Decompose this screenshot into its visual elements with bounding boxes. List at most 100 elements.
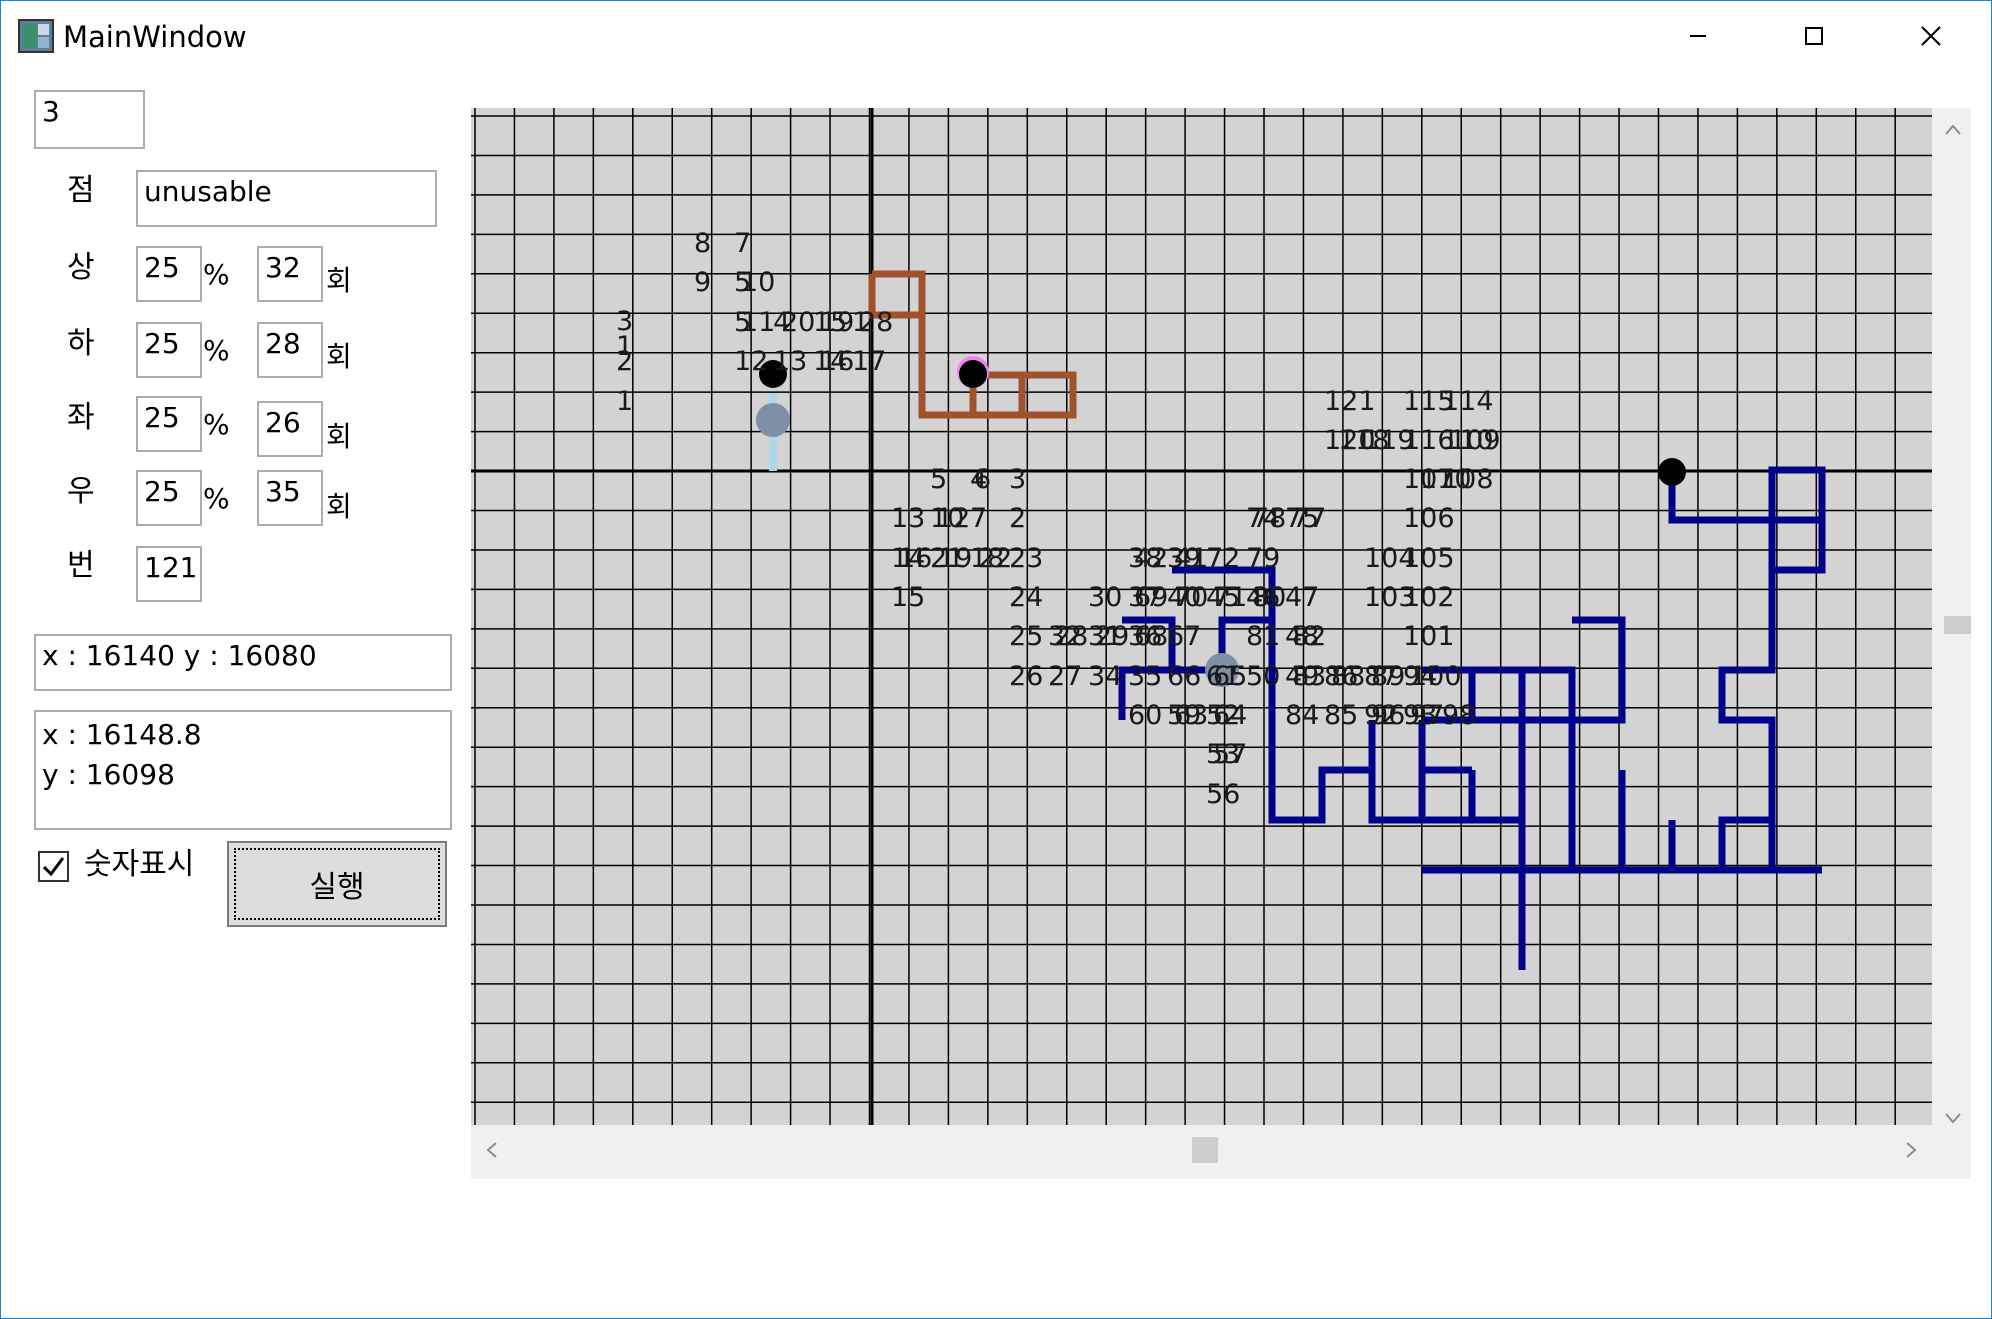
run-button-label: 실행 xyxy=(309,870,365,905)
step-label: 7 xyxy=(734,228,751,259)
step-label: 83 xyxy=(1292,661,1326,692)
show-numbers-label[interactable]: 숫자표시 xyxy=(84,847,194,883)
up-percent-field[interactable]: 25 xyxy=(136,246,202,302)
step-label: 68 xyxy=(1134,621,1168,652)
minimize-button[interactable] xyxy=(1668,12,1728,60)
up-count-field[interactable]: 32 xyxy=(257,246,323,302)
step-label: 100 xyxy=(1410,661,1462,692)
up-percent-sign: % xyxy=(203,258,230,291)
grid-canvas[interactable]: 31218 79 510511420151912812 13 141617121 1151… xyxy=(471,108,1932,1125)
coord-field[interactable]: x : 16140 y : 16080 xyxy=(34,634,452,691)
black-marker-3 xyxy=(1658,458,1686,486)
chevron-right-icon[interactable] xyxy=(1904,1136,1918,1166)
step-label: 15 xyxy=(891,582,925,613)
step-label: 7 xyxy=(970,503,987,534)
step-label: 108 xyxy=(1442,464,1494,495)
step-label: 19 xyxy=(938,543,972,574)
step-label: 64 xyxy=(1213,700,1247,731)
vertical-scroll-thumb[interactable] xyxy=(1944,616,1971,634)
step-label: 11 xyxy=(741,307,775,338)
step-label: 12 xyxy=(734,346,768,377)
step-label: 77 xyxy=(1292,503,1326,534)
step-label: 70 xyxy=(1174,582,1208,613)
step-label: 6 xyxy=(974,464,991,495)
down-percent-field[interactable]: 25 xyxy=(136,322,202,378)
top-value-field[interactable]: 3 xyxy=(34,90,145,149)
step-label: 67 xyxy=(1167,621,1201,652)
chevron-up-icon[interactable] xyxy=(1944,114,1962,144)
maximize-icon xyxy=(1805,27,1823,45)
step-label: 109 xyxy=(1449,425,1501,456)
number-field[interactable]: 121 xyxy=(136,546,202,602)
step-label: 81 xyxy=(1246,621,1280,652)
step-label: 30 xyxy=(1088,582,1122,613)
show-numbers-checkbox[interactable] xyxy=(38,851,69,882)
step-label: 79 xyxy=(1246,543,1280,574)
left-count-field[interactable]: 26 xyxy=(257,401,323,457)
step-label: 28 xyxy=(1054,621,1088,652)
step-label: 47 xyxy=(1285,582,1319,613)
checkmark-icon xyxy=(42,857,65,877)
step-label: 9 xyxy=(694,267,711,298)
step-label: 3 xyxy=(1009,464,1026,495)
step-label: 89 xyxy=(1371,661,1405,692)
step-label: 27 xyxy=(1048,661,1082,692)
step-label: 1 xyxy=(616,386,633,417)
left-label: 좌 xyxy=(67,400,95,435)
step-label: 98 xyxy=(1442,700,1476,731)
step-label: 82 xyxy=(1292,621,1326,652)
step-label: 97 xyxy=(1410,700,1444,731)
step-label: 60 xyxy=(1128,700,1162,731)
horizontal-scrollbar[interactable] xyxy=(471,1125,1932,1163)
step-label: 8 xyxy=(694,228,711,259)
step-label: 10 xyxy=(741,267,775,298)
right-count-field[interactable]: 35 xyxy=(257,470,323,526)
coord-multiline-field[interactable]: x : 16148.8 y : 16098 xyxy=(34,710,452,830)
step-label: 16 xyxy=(820,346,854,377)
step-label: 71 xyxy=(1213,582,1247,613)
left-percent-field[interactable]: 25 xyxy=(136,396,202,452)
step-label: 63 xyxy=(1174,700,1208,731)
close-icon xyxy=(1921,26,1941,46)
scroll-viewer[interactable]: 3 1 2 1 8 7 9 5 10 5 11 4 20 15 19 1 28 12 13 14 16 17 121 115 1… xyxy=(471,108,1971,1179)
step-label: 121 xyxy=(1324,386,1376,417)
chevron-down-icon[interactable] xyxy=(1944,1102,1962,1132)
step-label: 84 xyxy=(1285,700,1319,731)
grid-background xyxy=(471,108,1932,1125)
vertical-scrollbar[interactable] xyxy=(1932,108,1971,1125)
step-label: 96 xyxy=(1371,700,1405,731)
step-label: 24 xyxy=(1009,582,1043,613)
step-label: 28 xyxy=(859,307,893,338)
down-count-field[interactable]: 28 xyxy=(257,322,323,378)
chevron-left-icon[interactable] xyxy=(485,1136,499,1166)
step-label: 50 xyxy=(1246,661,1280,692)
step-label: 80 xyxy=(1252,582,1286,613)
horizontal-scroll-thumb[interactable] xyxy=(1192,1137,1218,1163)
gray-marker-1 xyxy=(756,403,790,437)
close-button[interactable] xyxy=(1901,12,1961,60)
down-count-unit: 회 xyxy=(326,340,352,373)
number-label: 번 xyxy=(67,548,95,583)
point-field[interactable]: unusable xyxy=(136,170,437,227)
step-label: 42 xyxy=(1134,543,1168,574)
step-label: 34 xyxy=(1088,661,1122,692)
step-label: 26 xyxy=(1009,661,1043,692)
down-label: 하 xyxy=(67,326,95,361)
step-label: 17 xyxy=(852,346,886,377)
title-bar[interactable]: MainWindow xyxy=(0,0,1992,74)
minimize-icon xyxy=(1690,35,1706,37)
step-label: 114 xyxy=(1442,386,1494,417)
left-count-unit: 회 xyxy=(326,420,352,453)
run-button[interactable]: 실행 xyxy=(227,841,447,927)
right-percent-field[interactable]: 25 xyxy=(136,470,202,526)
right-label: 우 xyxy=(67,474,95,509)
step-label: 69 xyxy=(1134,582,1168,613)
maximize-button[interactable] xyxy=(1784,12,1844,60)
step-label: 66 xyxy=(1167,661,1201,692)
app-icon xyxy=(18,18,54,54)
step-label: 23 xyxy=(1009,543,1043,574)
black-marker-2 xyxy=(959,360,987,388)
point-label: 점 xyxy=(67,173,95,208)
step-label: 56 xyxy=(1206,779,1240,810)
step-label: 65 xyxy=(1213,661,1247,692)
